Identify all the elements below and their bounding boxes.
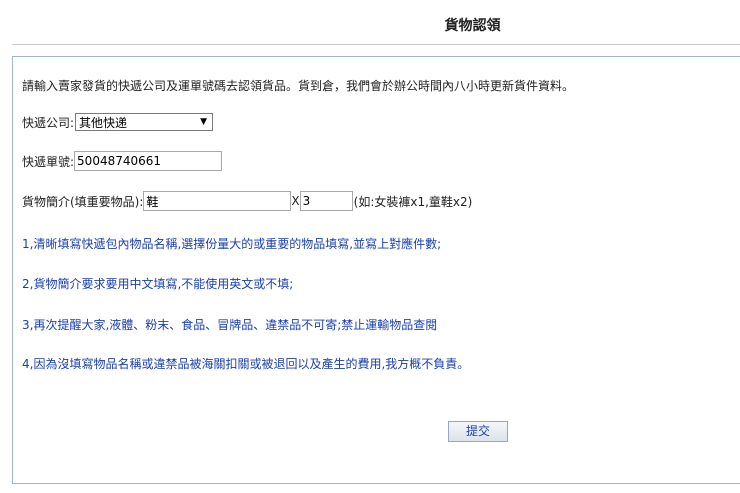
tracking-label: 快遞單號: (22, 154, 75, 169)
times-sign: X (291, 194, 300, 208)
goods-hint: (如:女裝褲x1,童鞋x2) (353, 194, 473, 209)
goods-row: 貨物簡介(填重要物品): 鞋 X 3 (如:女裝褲x1,童鞋x2) (22, 191, 472, 211)
tracking-row: 快遞單號: 50048740661 (22, 151, 223, 171)
note-4: 4,因為沒填寫物品名稱或違禁品被海關扣關或被退回以及產生的費用,我方概不負責。 (22, 357, 470, 371)
page-title: 貨物認領 (444, 18, 501, 34)
courier-row: 快遞公司: 其他快递 ▼ (22, 113, 214, 131)
note-1: 1,清晰填寫快遞包內物品名稱,選擇份量大的或重要的物品填寫,並寫上對應件數; (22, 237, 442, 251)
courier-label: 快遞公司: (22, 115, 75, 130)
goods-description-input[interactable]: 鞋 (143, 191, 292, 211)
tracking-number-input[interactable]: 50048740661 (74, 151, 223, 171)
quantity-input[interactable]: 3 (299, 191, 353, 211)
claim-form-panel: 請輸入賣家發貨的快遞公司及運單號碼去認領貨品。貨到倉，我們會於辦公時間內八小時更… (12, 56, 740, 484)
title-divider (12, 44, 740, 45)
dropdown-arrow-icon: ▼ (200, 117, 208, 127)
note-3: 3,再次提醒大家,液體、粉末、食品、冒牌品、違禁品不可寄;禁止運輸物品查閱 (22, 318, 438, 332)
intro-text: 請輸入賣家發貨的快遞公司及運單號碼去認領貨品。貨到倉，我們會於辦公時間內八小時更… (22, 79, 575, 93)
goods-label: 貨物簡介(填重要物品): (22, 194, 144, 209)
note-2: 2,貨物簡介要求要用中文填寫,不能使用英文或不填; (22, 277, 294, 291)
courier-select-value: 其他快递 (79, 115, 128, 130)
submit-button[interactable]: 提交 (448, 421, 508, 442)
courier-select[interactable]: 其他快递 ▼ (75, 113, 214, 131)
